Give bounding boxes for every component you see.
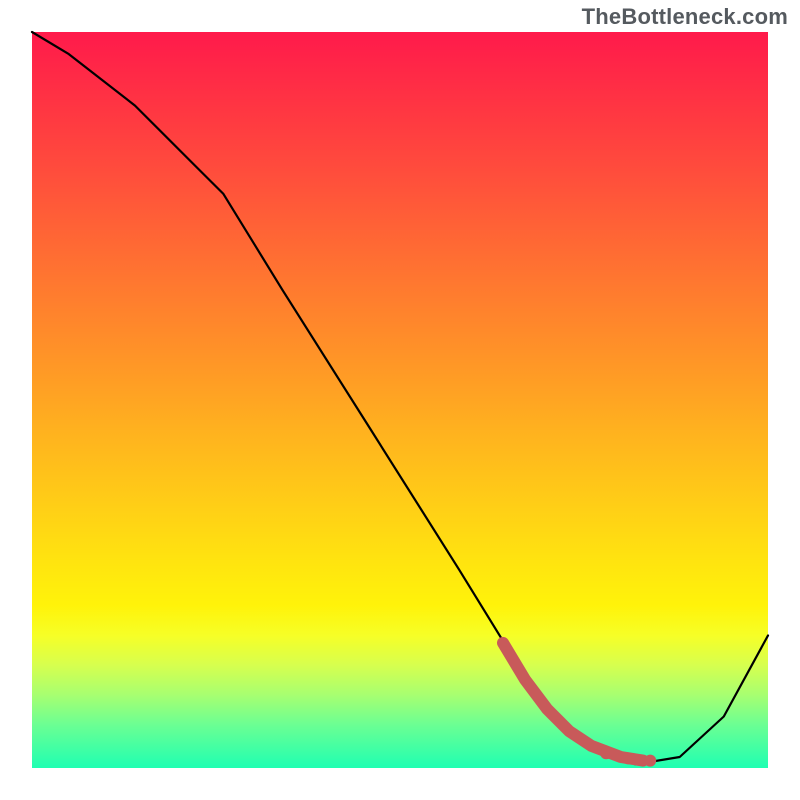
- watermark-text: TheBottleneck.com: [582, 4, 788, 30]
- highlight-dot: [600, 747, 612, 759]
- highlight-dot: [644, 755, 656, 767]
- chart-container: TheBottleneck.com: [0, 0, 800, 800]
- plot-area: [32, 32, 768, 768]
- bottleneck-curve: [32, 32, 768, 764]
- highlight-dot: [622, 752, 634, 764]
- highlight-segment: [503, 643, 643, 761]
- highlight-dots: [600, 747, 656, 766]
- chart-svg: [32, 32, 768, 768]
